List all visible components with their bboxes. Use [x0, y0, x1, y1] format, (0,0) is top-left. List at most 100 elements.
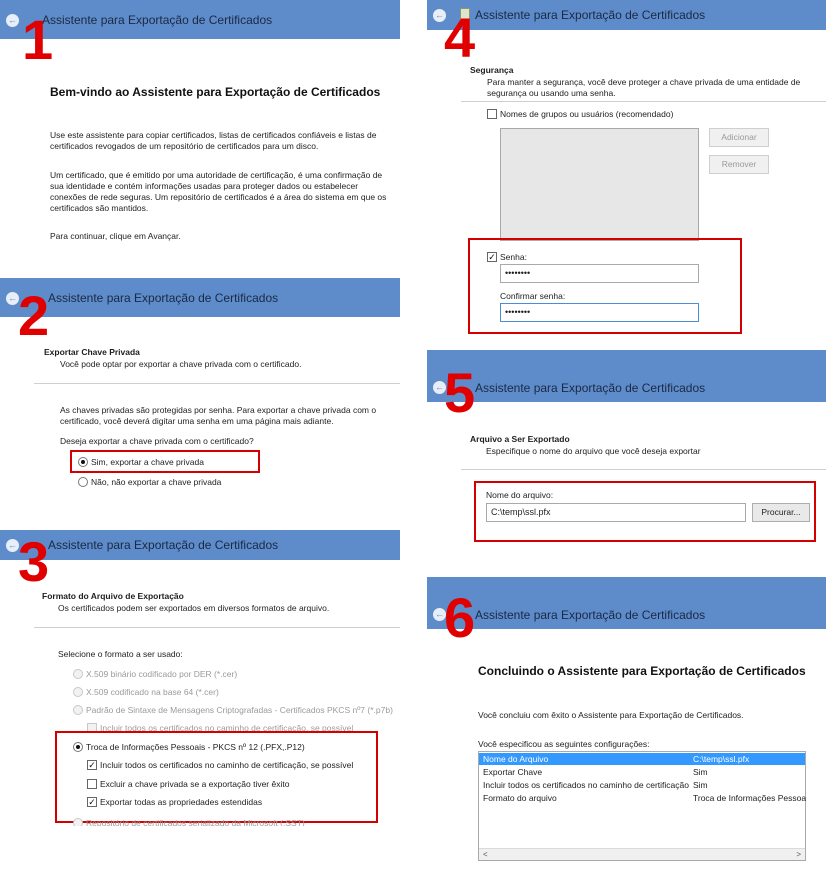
back-arrow-icon[interactable]: ←: [6, 14, 19, 27]
description-text: conexões de rede seguras. Um repositório…: [50, 192, 387, 202]
groups-label[interactable]: Nomes de grupos ou usuários (recomendado…: [500, 109, 673, 120]
description-text: Um certificado, que é emitido por uma au…: [50, 170, 383, 180]
info-text: As chaves privadas são protegidas por se…: [60, 405, 377, 415]
pfx-export-props-checkbox[interactable]: ✓: [87, 797, 97, 807]
pfx-export-props-label[interactable]: Exportar todas as propriedades estendida…: [100, 797, 262, 808]
window-title: Assistente para Exportação de Certificad…: [48, 538, 279, 552]
separator: [461, 469, 826, 470]
pfx-delete-key-label[interactable]: Excluir a chave privada se a exportação …: [100, 779, 289, 790]
password-field[interactable]: ••••••••: [500, 264, 699, 283]
setting-name: Incluir todos os certificados no caminho…: [483, 780, 689, 790]
step-number: 1: [22, 8, 53, 71]
completion-text: Você concluiu com êxito o Assistente par…: [478, 710, 744, 720]
window-title: Assistente para Exportação de Certificad…: [42, 13, 273, 27]
add-button[interactable]: Adicionar: [709, 128, 769, 147]
section-subtitle: Especifique o nome do arquivo que você d…: [486, 446, 701, 456]
description-text: certificados são mantidos.: [50, 203, 149, 213]
format-p7b-label: Padrão de Sintaxe de Mensagens Criptogra…: [86, 705, 393, 715]
separator: [461, 101, 826, 102]
settings-list[interactable]: Nome do Arquivo C:\temp\ssl.pfx Exportar…: [478, 751, 806, 861]
wizard-step-2: ← Assistente para Exportação de Certific…: [0, 278, 400, 500]
setting-value: Sim: [693, 780, 708, 790]
step-number: 4: [444, 6, 475, 69]
title-bar: ← Assistente para Exportação de Certific…: [427, 350, 826, 402]
title-bar: ← Assistente para Exportação de Certific…: [427, 0, 826, 30]
title-bar: ← Assistente para Exportação de Certific…: [0, 278, 400, 317]
wizard-step-4: ← Assistente para Exportação de Certific…: [427, 0, 826, 340]
wizard-step-1: ← Assistente para Exportação de Certific…: [0, 0, 400, 262]
section-title: Segurança: [470, 65, 514, 75]
setting-value: Sim: [693, 767, 708, 777]
filename-field[interactable]: C:\temp\ssl.pfx: [486, 503, 746, 522]
setting-value: C:\temp\ssl.pfx: [693, 754, 750, 764]
format-p7b-radio[interactable]: [73, 705, 83, 715]
export-key-yes-label[interactable]: Sim, exportar a chave privada: [91, 457, 204, 468]
section-subtitle: Para manter a segurança, você deve prote…: [487, 77, 801, 87]
format-base64-radio[interactable]: [73, 687, 83, 697]
title-bar: ← Assistente para Exportação de Certific…: [0, 530, 400, 560]
format-der-radio[interactable]: [73, 669, 83, 679]
settings-row[interactable]: Nome do Arquivo C:\temp\ssl.pfx: [479, 753, 805, 765]
intro-text: certificados revogados de um repositório…: [50, 141, 319, 151]
remove-button[interactable]: Remover: [709, 155, 769, 174]
format-base64-label: X.509 codificado na base 64 (*.cer): [86, 687, 219, 697]
step-number: 5: [444, 361, 475, 424]
page-heading: Bem-vindo ao Assistente para Exportação …: [50, 85, 381, 99]
settings-row[interactable]: Exportar Chave Sim: [479, 766, 805, 778]
step-number: 3: [18, 530, 49, 593]
password-checkbox[interactable]: ✓: [487, 252, 497, 262]
step-number: 2: [18, 284, 49, 347]
pfx-chain-checkbox[interactable]: ✓: [87, 760, 97, 770]
format-prompt: Selecione o formato a ser usado:: [58, 649, 183, 659]
intro-text: Use este assistente para copiar certific…: [50, 130, 377, 140]
scroll-right-icon[interactable]: >: [796, 849, 801, 860]
continue-text: Para continuar, clique em Avançar.: [50, 231, 181, 241]
scroll-left-icon[interactable]: <: [483, 849, 488, 860]
format-sst-label: Repositório de certificados serializado …: [86, 818, 305, 826]
groups-checkbox[interactable]: [487, 109, 497, 119]
setting-name: Nome do Arquivo: [483, 754, 549, 764]
setting-name: Formato do arquivo: [483, 793, 557, 803]
window-title: Assistente para Exportação de Certificad…: [475, 608, 706, 622]
format-sst-radio[interactable]: [73, 818, 83, 826]
horizontal-scrollbar[interactable]: < >: [479, 848, 805, 860]
separator: [34, 383, 400, 384]
section-subtitle: Você pode optar por exportar a chave pri…: [60, 359, 302, 369]
filename-label: Nome do arquivo:: [486, 490, 554, 500]
page-heading: Concluindo o Assistente para Exportação …: [478, 664, 806, 678]
pfx-delete-key-checkbox[interactable]: [87, 779, 97, 789]
section-title: Exportar Chave Privada: [44, 347, 140, 357]
export-key-yes-radio[interactable]: [78, 457, 88, 467]
window-title: Assistente para Exportação de Certificad…: [475, 8, 706, 22]
format-der-label: X.509 binário codificado por DER (*.cer): [86, 669, 238, 679]
groups-list[interactable]: [500, 128, 699, 241]
wizard-step-5: ← Assistente para Exportação de Certific…: [427, 350, 826, 562]
section-subtitle: segurança ou usando uma senha.: [487, 88, 616, 98]
settings-row[interactable]: Incluir todos os certificados no caminho…: [479, 779, 805, 791]
settings-label: Você especificou as seguintes configuraç…: [478, 739, 650, 749]
settings-row[interactable]: Formato do arquivo Troca de Informações …: [479, 792, 807, 804]
setting-value: Troca de Informações Pessoa: [693, 793, 807, 803]
export-key-no-label[interactable]: Não, não exportar a chave privada: [91, 477, 221, 488]
confirm-password-label: Confirmar senha:: [500, 291, 566, 301]
password-label: Senha:: [500, 252, 527, 262]
wizard-step-6: ← Assistente para Exportação de Certific…: [427, 577, 826, 874]
title-bar: ← Assistente para Exportação de Certific…: [0, 0, 400, 39]
question-text: Deseja exportar a chave privada com o ce…: [60, 436, 254, 446]
export-key-no-radio[interactable]: [78, 477, 88, 487]
browse-button[interactable]: Procurar...: [752, 503, 810, 522]
window-title: Assistente para Exportação de Certificad…: [475, 381, 706, 395]
section-title: Formato do Arquivo de Exportação: [42, 591, 184, 601]
wizard-step-3: ← Assistente para Exportação de Certific…: [0, 530, 400, 826]
format-pfx-radio[interactable]: [73, 742, 83, 752]
section-title: Arquivo a Ser Exportado: [470, 434, 570, 444]
format-pfx-label[interactable]: Troca de Informações Pessoais - PKCS nº …: [86, 742, 305, 753]
step-number: 6: [444, 586, 475, 649]
setting-name: Exportar Chave: [483, 767, 543, 777]
confirm-password-field[interactable]: ••••••••: [500, 303, 699, 322]
section-subtitle: Os certificados podem ser exportados em …: [58, 603, 330, 613]
pfx-chain-label[interactable]: Incluir todos os certificados no caminho…: [100, 760, 353, 771]
description-text: sua identidade e contém informações usad…: [50, 181, 359, 191]
window-title: Assistente para Exportação de Certificad…: [48, 291, 279, 305]
info-text: certificado, você deverá digitar uma sen…: [60, 416, 334, 426]
